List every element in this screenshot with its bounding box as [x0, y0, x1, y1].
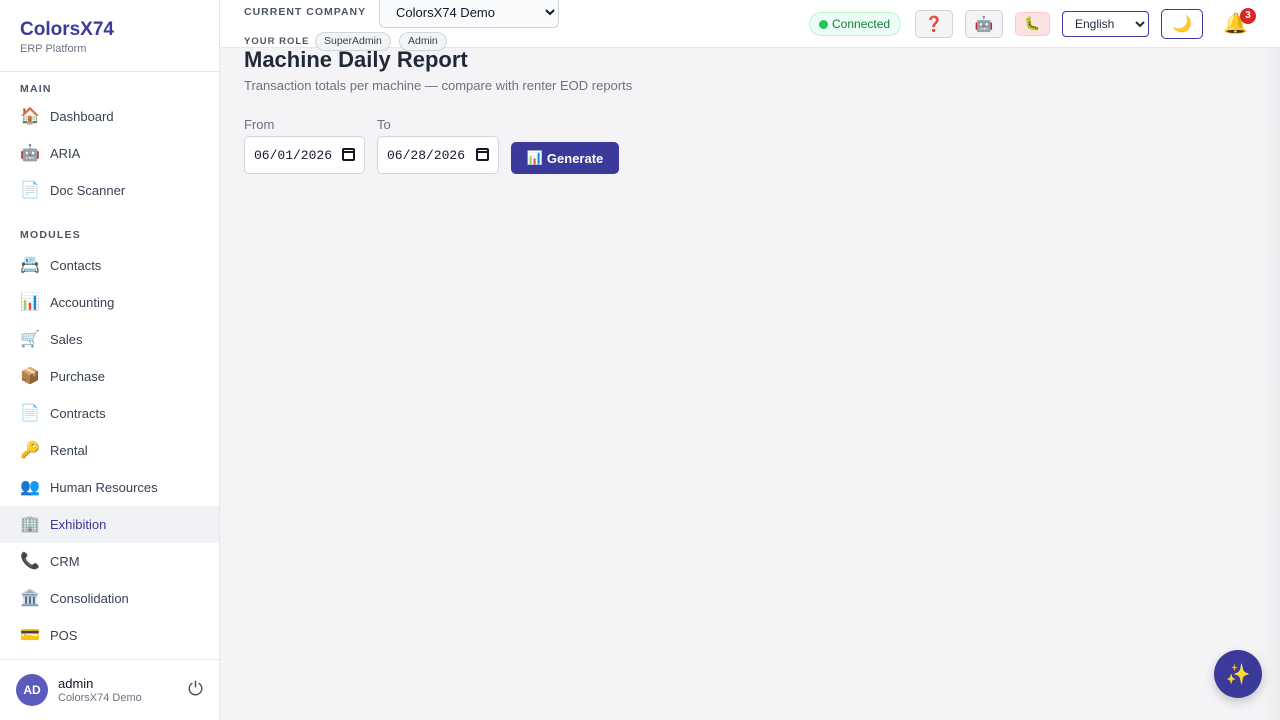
- page-subtitle: Transaction totals per machine — compare…: [244, 78, 633, 93]
- bug-icon: 🐛: [1024, 16, 1041, 31]
- user-info: admin ColorsX74 Demo: [58, 676, 188, 704]
- moon-icon: 🌙: [1172, 16, 1192, 33]
- theme-toggle-button[interactable]: 🌙: [1161, 9, 1203, 39]
- sidebar-item-label: Doc Scanner: [50, 183, 126, 198]
- user-company: ColorsX74 Demo: [58, 692, 142, 704]
- nav-section-modules: MODULES: [20, 229, 81, 241]
- document-icon: 📄: [20, 181, 40, 199]
- sidebar-item-sales[interactable]: 🛒 Sales: [0, 321, 219, 358]
- sidebar-item-label: Contracts: [50, 406, 106, 421]
- sidebar-item-label: CRM: [50, 554, 80, 569]
- connection-status-text: Connected: [832, 17, 891, 31]
- user-panel: AD admin ColorsX74 Demo ⏻: [0, 659, 219, 720]
- ai-assistant-fab[interactable]: ✨: [1214, 650, 1262, 698]
- sidebar-item-label: Sales: [50, 332, 83, 347]
- page-title: Machine Daily Report: [244, 47, 468, 72]
- sidebar-item-label: POS: [50, 628, 78, 643]
- sidebar-item-contracts[interactable]: 📄 Contracts: [0, 395, 219, 432]
- help-button[interactable]: ❓: [915, 10, 953, 38]
- home-icon: 🏠: [20, 107, 40, 125]
- sidebar-item-label: Dashboard: [50, 109, 114, 124]
- sidebar-item-label: Exhibition: [50, 517, 107, 532]
- robot-icon: 🤖: [20, 144, 40, 162]
- avatar[interactable]: AD: [16, 674, 48, 706]
- brand-subtitle: ERP Platform: [20, 43, 87, 55]
- calendar-icon[interactable]: [342, 148, 355, 161]
- assistant-button[interactable]: 🤖: [965, 10, 1003, 38]
- sidebar-item-dashboard[interactable]: 🏠 Dashboard: [0, 98, 219, 135]
- question-mark-icon: ❓: [924, 16, 944, 33]
- status-dot-icon: [819, 20, 828, 29]
- nav-section-main: MAIN: [20, 83, 52, 95]
- sidebar-item-label: Contacts: [50, 258, 102, 273]
- sidebar-item-label: Consolidation: [50, 591, 129, 606]
- from-label: From: [244, 117, 275, 132]
- top-bar: CURRENT COMPANY ColorsX74 Demo YOUR ROLE…: [220, 0, 1280, 51]
- connection-status-badge: Connected: [809, 12, 902, 36]
- office-building-icon: 🏢: [20, 515, 40, 533]
- from-date-input[interactable]: 06/01/2026: [244, 136, 365, 174]
- sidebar-item-purchase[interactable]: 📦 Purchase: [0, 358, 219, 395]
- sidebar-item-doc-scanner[interactable]: 📄 Doc Scanner: [0, 172, 219, 209]
- current-company-label: CURRENT COMPANY: [244, 6, 367, 18]
- bank-icon: 🏛️: [20, 589, 40, 607]
- sidebar-item-label: Purchase: [50, 369, 105, 384]
- sidebar-item-label: ARIA: [50, 146, 81, 161]
- to-label: To: [377, 117, 391, 132]
- sidebar-item-label: Human Resources: [50, 480, 158, 495]
- sidebar-item-contacts[interactable]: 📇 Contacts: [0, 247, 219, 284]
- sidebar-item-exhibition[interactable]: 🏢 Exhibition: [0, 506, 219, 543]
- credit-card-icon: 💳: [20, 626, 40, 644]
- card-index-icon: 📇: [20, 256, 40, 274]
- power-icon[interactable]: ⏻: [188, 679, 203, 701]
- sidebar-item-label: Rental: [50, 443, 88, 458]
- sidebar-item-human-resources[interactable]: 👥 Human Resources: [0, 469, 219, 506]
- to-date-input[interactable]: 06/28/2026: [377, 136, 499, 174]
- phone-icon: 📞: [20, 552, 40, 570]
- brand-name[interactable]: ColorsX74: [20, 20, 199, 40]
- chart-icon: 📊: [526, 150, 543, 165]
- sidebar-item-rental[interactable]: 🔑 Rental: [0, 432, 219, 469]
- document-icon: 📄: [20, 404, 40, 422]
- sidebar-item-pos[interactable]: 💳 POS: [0, 617, 219, 654]
- sidebar-item-consolidation[interactable]: 🏛️ Consolidation: [0, 580, 219, 617]
- sidebar: ColorsX74 ERP Platform MAIN 🏠 Dashboard …: [0, 0, 220, 720]
- people-icon: 👥: [20, 478, 40, 496]
- report-bug-button[interactable]: 🐛: [1015, 12, 1050, 36]
- notification-count-badge: 3: [1240, 8, 1256, 24]
- sparkles-icon: ✨: [1225, 663, 1251, 686]
- to-date-value: 06/28/2026: [387, 147, 466, 163]
- user-name: admin: [58, 676, 94, 691]
- bar-chart-icon: 📊: [20, 293, 40, 311]
- sidebar-item-accounting[interactable]: 📊 Accounting: [0, 284, 219, 321]
- robot-icon: 🤖: [974, 16, 994, 33]
- key-icon: 🔑: [20, 441, 40, 459]
- sidebar-item-crm[interactable]: 📞 CRM: [0, 543, 219, 580]
- sidebar-item-aria[interactable]: 🤖 ARIA: [0, 135, 219, 172]
- cart-icon: 🛒: [20, 330, 40, 348]
- edge-shadow: [1260, 48, 1280, 720]
- generate-button[interactable]: 📊 Generate: [511, 142, 619, 174]
- your-role-label: YOUR ROLE: [244, 36, 310, 47]
- from-date-value: 06/01/2026: [254, 147, 333, 163]
- calendar-icon[interactable]: [476, 148, 489, 161]
- sidebar-item-label: Accounting: [50, 295, 115, 310]
- package-icon: 📦: [20, 367, 40, 385]
- brand: ColorsX74 ERP Platform: [0, 0, 219, 72]
- company-select[interactable]: ColorsX74 Demo: [379, 0, 559, 28]
- generate-label: Generate: [546, 150, 604, 166]
- language-select[interactable]: English: [1062, 11, 1149, 37]
